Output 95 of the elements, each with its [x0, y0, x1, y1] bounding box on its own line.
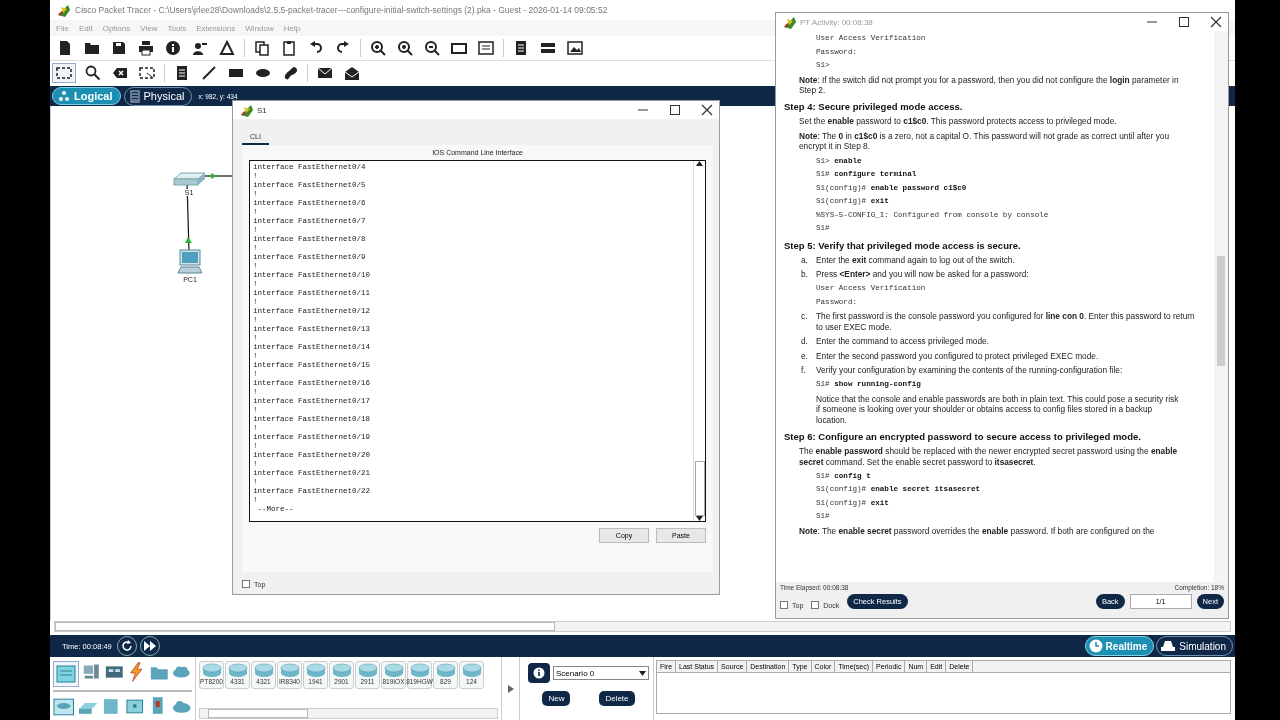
reset-icon — [120, 640, 133, 652]
pc-icon — [177, 249, 203, 274]
router-icon — [305, 663, 326, 678]
window-title: S1 — [257, 105, 267, 115]
router-icon — [409, 663, 430, 678]
router-icon — [383, 663, 404, 678]
horizontal-scrollbar[interactable] — [54, 621, 1231, 632]
list-item-text: Press <Enter> and you will now be asked for a password: — [816, 268, 1030, 280]
redo-icon[interactable] — [335, 40, 351, 56]
window-icon[interactable] — [451, 40, 467, 56]
list-item-text: The first password is the console password you configured for line con 0. Enter this password to return to user EXEC mode. — [816, 311, 1196, 333]
window-title: Cisco Packet Tracer - C:\Users\jrlee28\Downloads\2.5.5-packet-tracer---configure-initial-switch-settings (2).pka - Guest - 2026-01-14 09:05:52 — [75, 5, 608, 15]
new-file-icon[interactable] — [57, 40, 73, 56]
paragraph: Note: The enable secret password overrides the enable password. If both are configured on the — [798, 525, 1156, 537]
horizontal-scrollbar[interactable] — [199, 708, 498, 719]
line-icon[interactable] — [201, 64, 217, 81]
select-icon[interactable] — [56, 64, 72, 81]
app-logo-icon — [56, 3, 70, 17]
maximize-icon[interactable] — [1178, 16, 1190, 28]
open-envelope-icon[interactable] — [344, 64, 360, 81]
router-icon — [461, 663, 482, 678]
router-icon — [279, 663, 300, 678]
scenario-button[interactable]: New — [542, 691, 571, 706]
info-icon — [533, 667, 545, 679]
copy-icon[interactable] — [254, 40, 270, 56]
close-icon[interactable] — [701, 104, 713, 116]
list-item-text: Verify your configuration by examining the contents of the running-configuration file: — [816, 364, 1124, 376]
person-icon[interactable] — [192, 40, 208, 56]
router-icon — [201, 663, 222, 678]
info-button[interactable] — [528, 663, 550, 683]
paragraph: Notice that the console and enable passwords are both in plain text. This could pose a security risk if someone is looking over your shoulder or obtains access to config files stored in a backup location. — [815, 393, 1180, 426]
paragraph: Note: If the switch did not prompt you for a password, then you did not configure the login parameter in Step 2. — [798, 74, 1180, 96]
resize-icon[interactable] — [139, 64, 155, 81]
router-icon — [331, 663, 352, 678]
mode-tab[interactable]: Realtime — [1084, 636, 1155, 656]
list-marker: a. — [801, 254, 809, 265]
window-title: PT Activity: 00:08:38 — [800, 17, 873, 27]
folder-icon[interactable] — [84, 40, 100, 56]
note-icon[interactable] — [174, 64, 190, 81]
pyramid-icon[interactable] — [219, 40, 235, 56]
paragraph: Note: The 0 in c1$c0 is a zero, not a capital O. This password will not grade as correct until after you encrypt it in Step 8. — [798, 130, 1171, 152]
clock-icon — [1088, 639, 1103, 653]
zoom-out-icon[interactable] — [424, 40, 440, 56]
list-marker: d. — [801, 336, 809, 347]
router-icon — [435, 663, 456, 678]
save-icon[interactable] — [111, 40, 127, 56]
checkbox[interactable] — [811, 601, 820, 609]
app-logo-icon — [239, 103, 253, 117]
list-item-text: Enter the second password you configured to protect privileged EXEC mode. — [816, 350, 1100, 361]
switch-icon — [172, 169, 206, 187]
paragraph: The enable password should be replaced with the newer encrypted secret password using the enable secret command. Set the enable secret password to itsasecret. — [798, 446, 1179, 467]
nodes-icon — [58, 90, 70, 102]
checkbox[interactable] — [780, 601, 788, 609]
fast-forward-icon — [143, 641, 156, 651]
maximize-icon[interactable] — [669, 104, 681, 116]
paragraph: Set the enable password to c1$c0. This password protects access to privileged mode. — [798, 116, 1118, 127]
search-icon[interactable] — [85, 64, 101, 81]
zoom-icon[interactable] — [397, 40, 413, 56]
app-logo-icon — [782, 15, 796, 29]
list-item-text: Enter the exit command again to log out of the switch. — [816, 254, 1016, 265]
router-icon — [357, 663, 378, 678]
router-icon — [253, 663, 274, 678]
caret-icon — [639, 670, 646, 676]
step-heading: Step 6: Configure an encrypted password to secure access to privileged mode. — [784, 431, 1142, 443]
step-heading: Step 5: Verify that privileged mode access is secure. — [784, 239, 1022, 251]
checkbox[interactable] — [242, 580, 250, 588]
undo-icon[interactable] — [308, 40, 324, 56]
print-icon[interactable] — [138, 40, 154, 56]
stack-icon[interactable] — [540, 40, 556, 56]
scenario-button[interactable]: Delete — [599, 691, 635, 706]
paste-icon[interactable] — [281, 40, 297, 56]
expand-icon[interactable] — [506, 683, 515, 694]
image-icon[interactable] — [567, 40, 583, 56]
vertical-scrollbar[interactable] — [693, 161, 705, 521]
step-heading: Step 4: Secure privileged mode access. — [784, 101, 964, 113]
freeform-icon[interactable] — [282, 64, 298, 81]
link-line — [205, 172, 233, 182]
document-icon[interactable] — [513, 40, 529, 56]
info-icon[interactable] — [165, 40, 181, 56]
zoom-in-icon[interactable] — [370, 40, 386, 56]
rack-icon — [129, 89, 140, 103]
list-marker: e. — [801, 350, 809, 361]
vertical-scrollbar[interactable] — [1214, 31, 1228, 582]
view-tab[interactable]: Logical — [52, 87, 121, 105]
list-marker: b. — [801, 268, 809, 280]
close-icon[interactable] — [1210, 16, 1222, 28]
list-marker: f. — [801, 364, 807, 376]
scrollbar-thumb[interactable] — [694, 461, 705, 516]
scenario-dropdown[interactable]: Scenario 0 — [553, 666, 649, 680]
scroll-up-icon[interactable] — [696, 161, 703, 166]
list-icon[interactable] — [478, 40, 494, 56]
router-icon — [227, 663, 248, 678]
vehicle-icon — [1160, 639, 1177, 653]
list-marker: c. — [801, 311, 809, 324]
list-item-text: Enter the command to access privileged mode. — [816, 336, 990, 347]
